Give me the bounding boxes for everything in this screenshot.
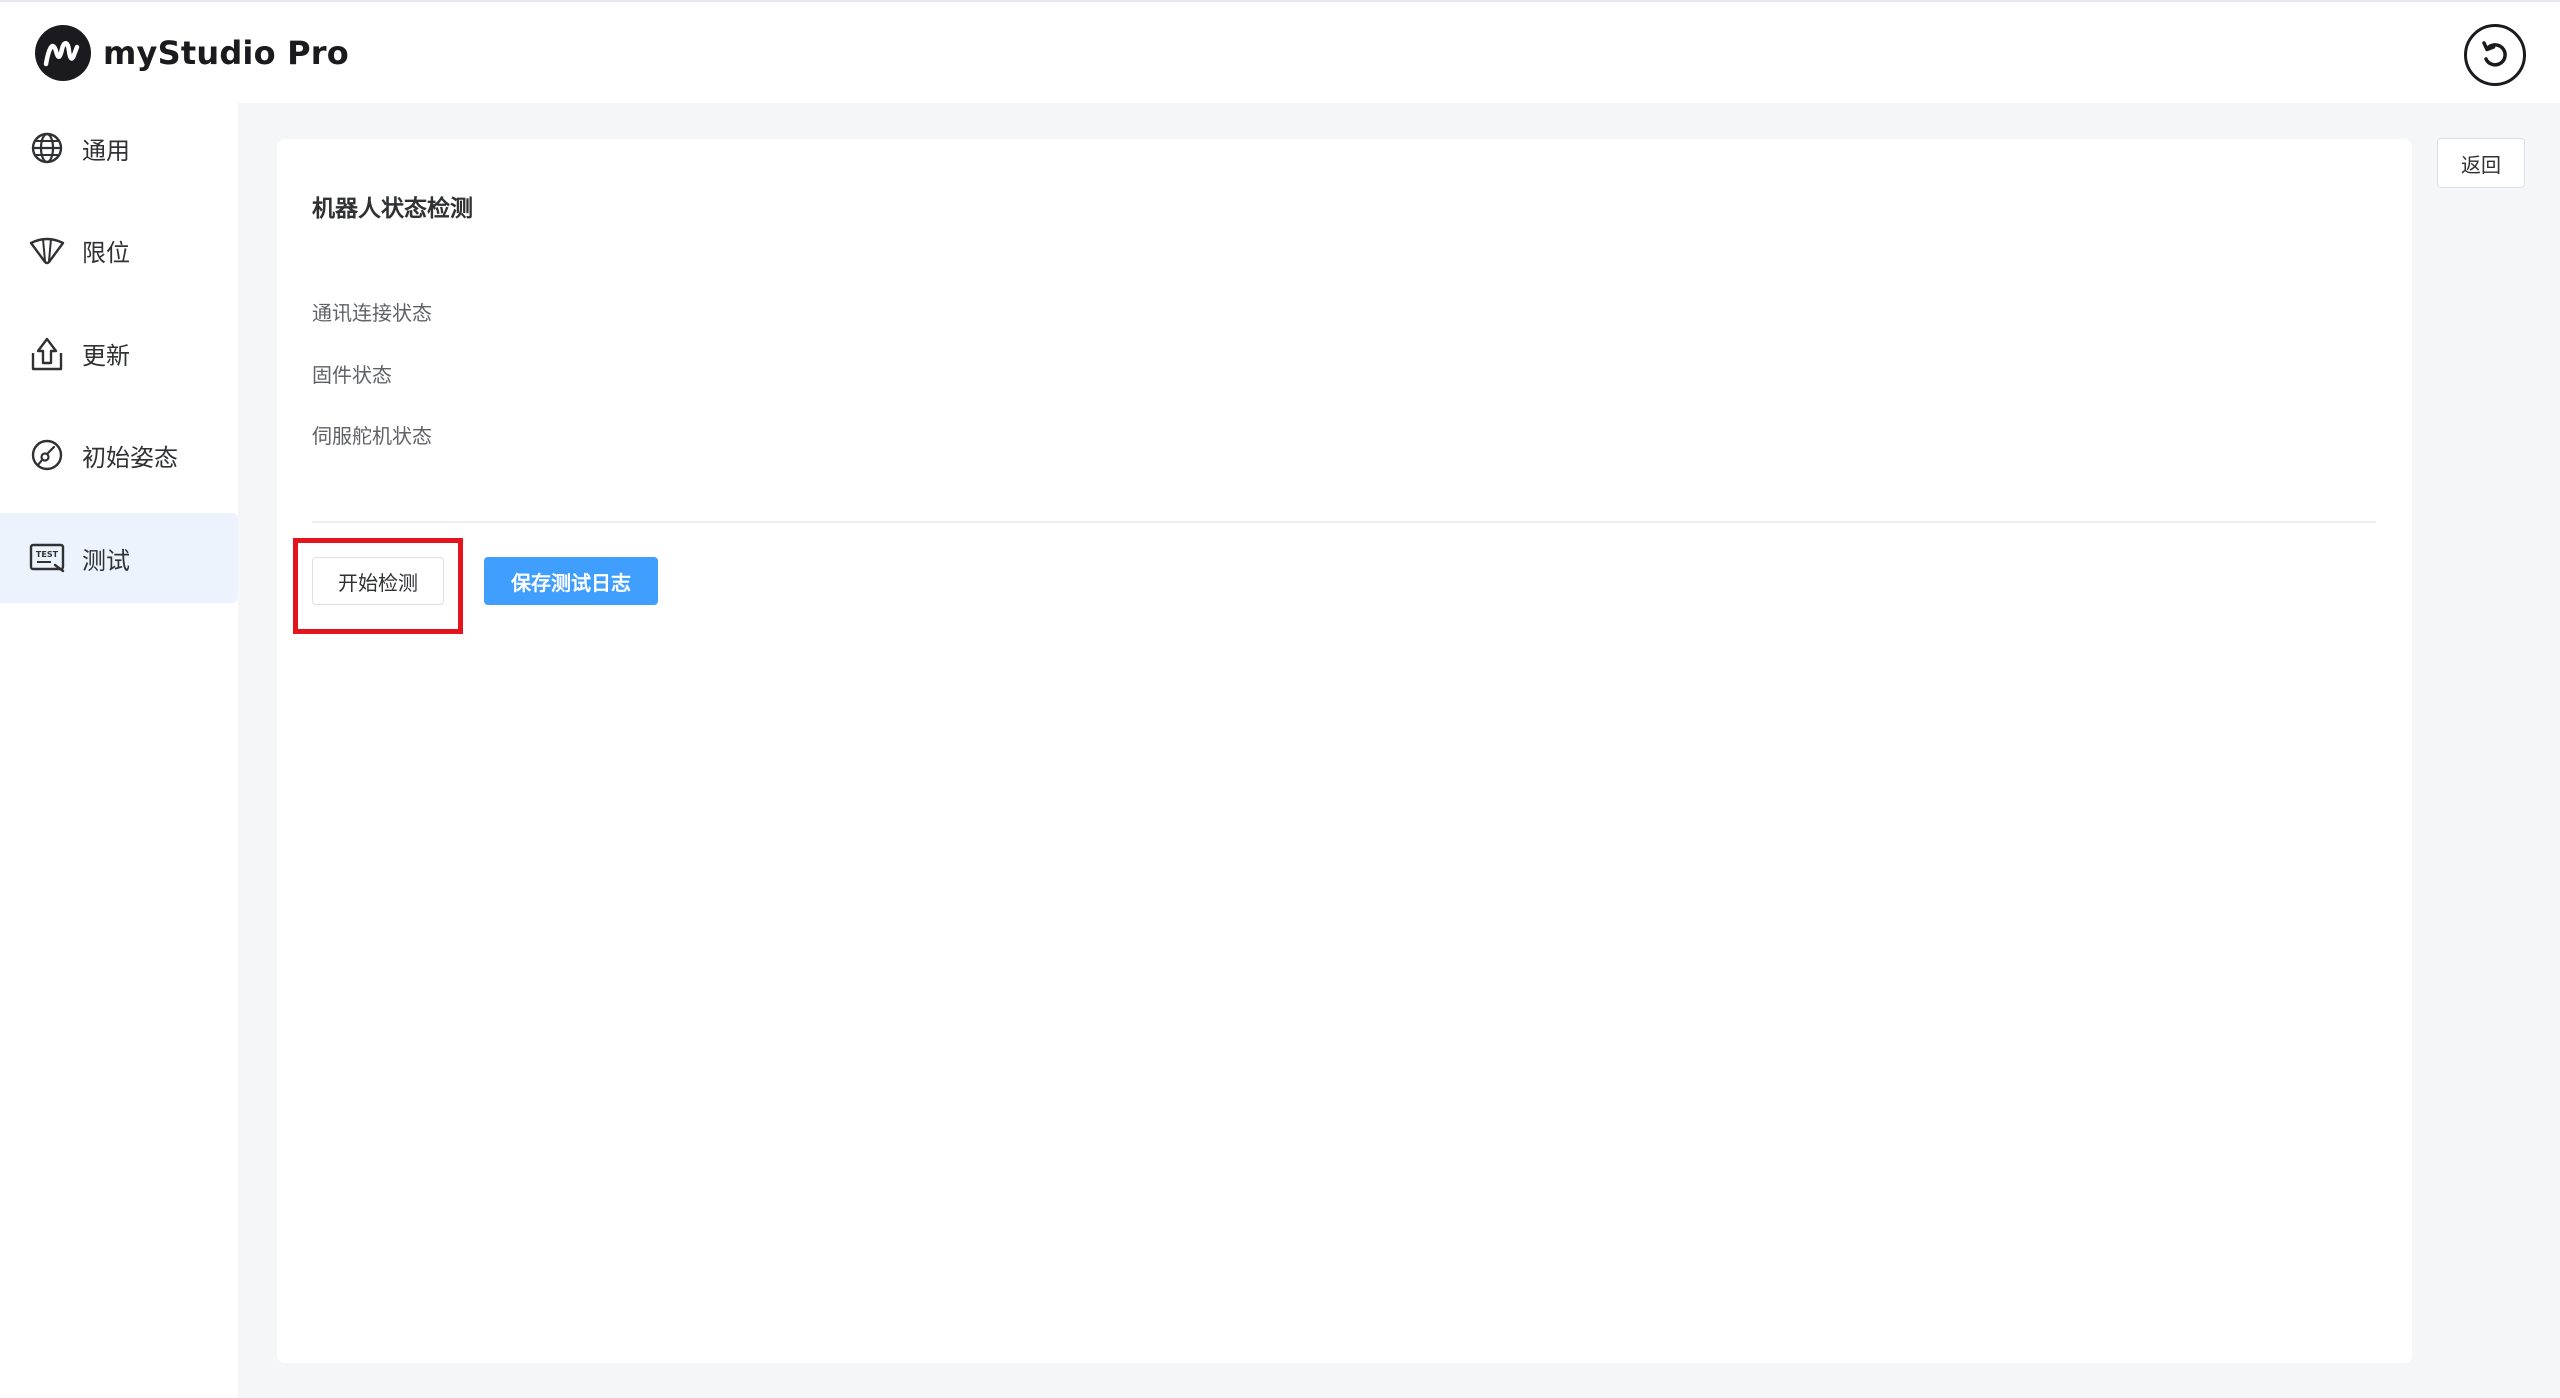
sidebar-item-label: 更新 — [82, 341, 130, 370]
globe-icon — [28, 129, 66, 167]
sidebar: 通用 限位 更新 初始姿态 TEST 测试 — [0, 103, 238, 1398]
sidebar-item-test[interactable]: TEST 测试 — [0, 513, 238, 603]
sidebar-item-label: 初始姿态 — [82, 443, 178, 472]
sidebar-item-limit[interactable]: 限位 — [0, 205, 238, 295]
card-title: 机器人状态检测 — [312, 196, 473, 222]
status-item-servo: 伺服舵机状态 — [312, 424, 432, 448]
save-test-log-button[interactable]: 保存测试日志 — [484, 557, 658, 605]
sidebar-item-general[interactable]: 通用 — [0, 103, 238, 193]
back-button[interactable]: 返回 — [2437, 138, 2525, 188]
main-content: 机器人状态检测 通讯连接状态 固件状态 伺服舵机状态 开始检测 保存测试日志 返… — [238, 103, 2560, 1398]
limit-icon — [28, 231, 66, 269]
status-item-communication: 通讯连接状态 — [312, 301, 432, 325]
brand: myStudio Pro — [35, 25, 349, 81]
start-detection-button[interactable]: 开始检测 — [312, 557, 444, 605]
app-header: myStudio Pro — [0, 0, 2560, 103]
sidebar-item-update[interactable]: 更新 — [0, 308, 238, 398]
mystudio-logo-icon — [35, 25, 91, 81]
test-icon: TEST — [28, 539, 66, 577]
status-item-firmware: 固件状态 — [312, 363, 392, 387]
svg-text:TEST: TEST — [36, 550, 59, 559]
sidebar-item-label: 通用 — [82, 136, 130, 165]
pose-icon — [28, 436, 66, 474]
undo-icon — [2482, 41, 2507, 67]
app-name: myStudio Pro — [103, 34, 349, 72]
undo-button[interactable] — [2464, 24, 2526, 86]
sidebar-item-label: 限位 — [82, 238, 130, 267]
sidebar-item-label: 测试 — [82, 546, 130, 575]
divider — [312, 521, 2376, 523]
upload-update-icon — [28, 334, 66, 372]
sidebar-item-initial-pose[interactable]: 初始姿态 — [0, 410, 238, 500]
robot-status-card: 机器人状态检测 通讯连接状态 固件状态 伺服舵机状态 开始检测 保存测试日志 — [277, 139, 2412, 1363]
